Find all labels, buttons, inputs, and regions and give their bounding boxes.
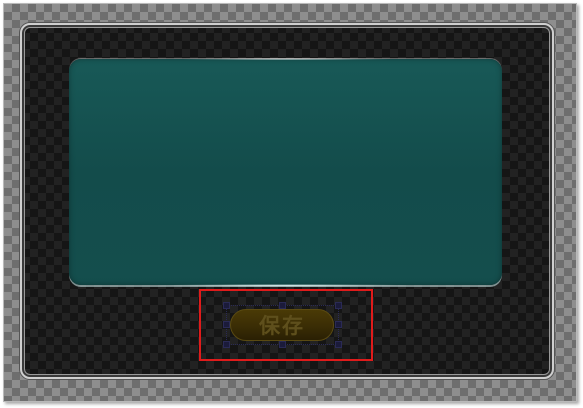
resize-handle-bottom-left[interactable] [223,341,230,348]
display-screen [69,58,502,287]
resize-handle-middle-right[interactable] [335,321,342,328]
resize-handle-top-right[interactable] [335,302,342,309]
resize-handle-middle-left[interactable] [223,321,230,328]
resize-handle-bottom-right[interactable] [335,341,342,348]
canvas-background: 保存 [3,3,577,402]
page: 保存 [0,0,583,408]
resize-handle-top-left[interactable] [223,302,230,309]
save-button[interactable]: 保存 [230,309,334,341]
screen-glare-top [177,58,394,60]
resize-handle-top-center[interactable] [279,302,286,309]
screen-glare-bottom [155,284,416,287]
resize-handle-bottom-center[interactable] [279,341,286,348]
dialog-panel: 保存 [20,23,554,379]
